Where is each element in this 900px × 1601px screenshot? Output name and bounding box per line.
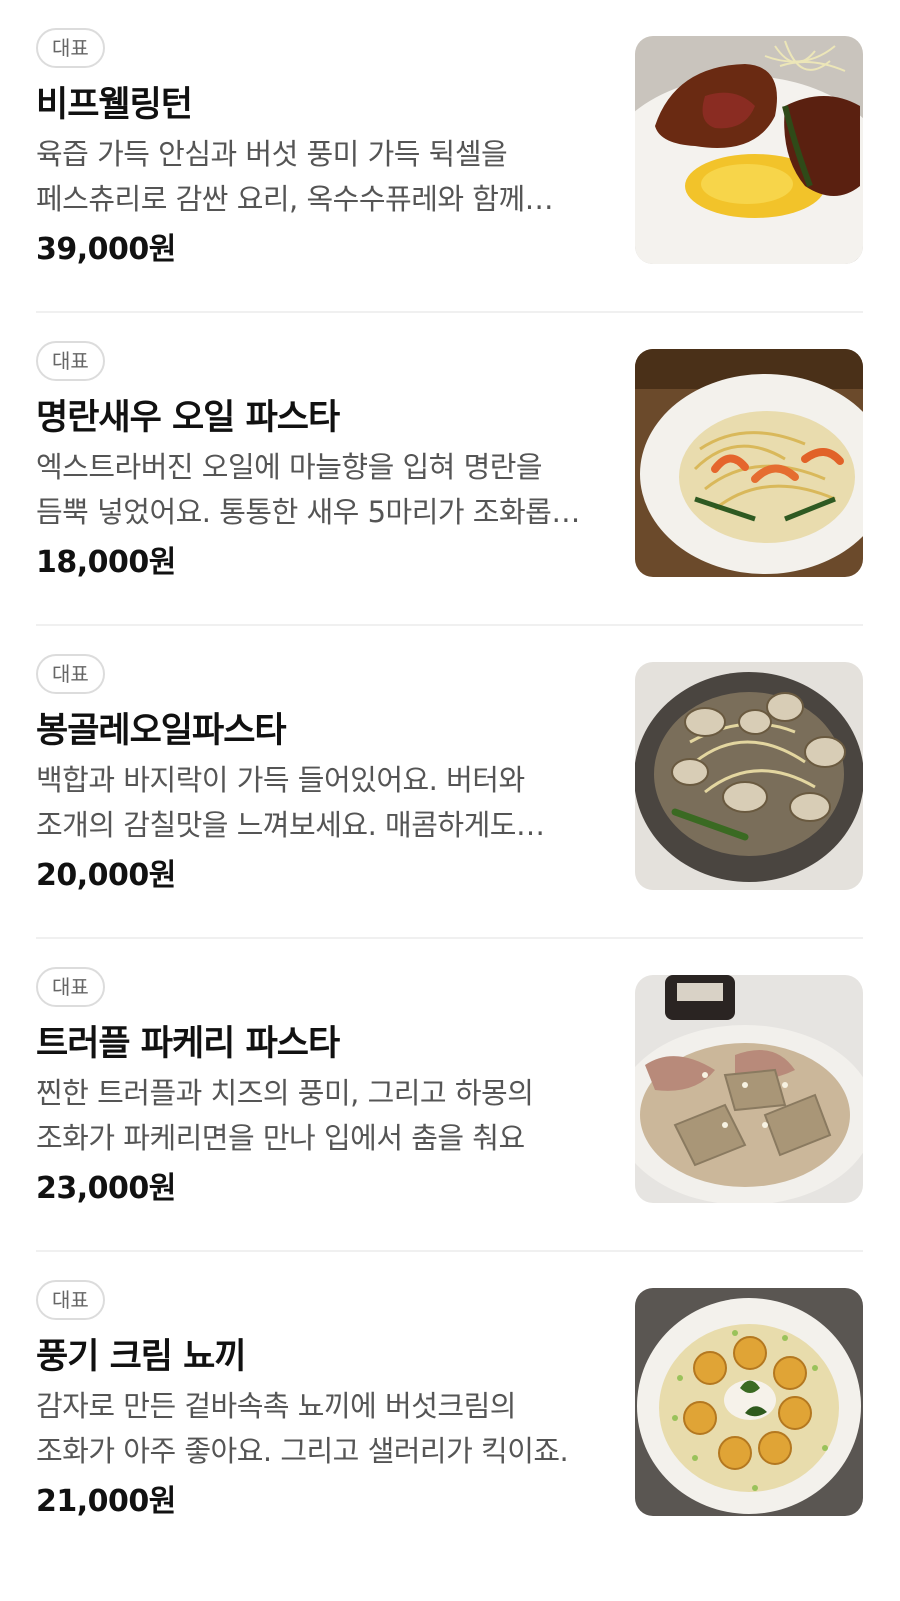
menu-item-description: 찐한 트러플과 치즈의 풍미, 그리고 하몽의 조화가 파케리면을 만나 입에서…: [36, 1076, 534, 1155]
menu-item-truffle-paccheri[interactable]: 대표 트러플 파케리 파스타 찐한 트러플과 치즈의 풍미, 그리고 하몽의 조…: [36, 939, 863, 1252]
menu-item-price: 21,000원: [36, 1484, 176, 1519]
menu-item-name: 비프웰링턴: [36, 85, 193, 125]
menu-item-price: 18,000원: [36, 545, 176, 580]
menu-item-name: 트러플 파케리 파스타: [36, 1024, 340, 1064]
menu-item-price: 23,000원: [36, 1171, 176, 1206]
menu-list: 대표 비프웰링턴 육즙 가득 안심과 버섯 풍미 가득 뒥셀을 페스츄리로 감싼…: [0, 0, 900, 1565]
menu-item-gnocchi[interactable]: 대표 풍기 크림 뇨끼 감자로 만든 겉바속촉 뇨끼에 버섯크림의 조화가 아주…: [36, 1252, 863, 1565]
signature-badge: 대표: [36, 654, 105, 694]
signature-badge: 대표: [36, 1280, 105, 1320]
menu-item-price: 39,000원: [36, 232, 176, 267]
menu-item-description: 엑스트라버진 오일에 마늘향을 입혀 명란을 듬뿍 넣었어요. 통통한 새우 5…: [36, 450, 578, 529]
menu-item-name: 풍기 크림 뇨끼: [36, 1337, 247, 1377]
shrimp-pasta-photo[interactable]: [635, 349, 863, 577]
signature-badge: 대표: [36, 967, 105, 1007]
menu-item-name: 명란새우 오일 파스타: [36, 398, 340, 438]
vongole-pasta-photo[interactable]: [635, 662, 863, 890]
menu-item-name: 봉골레오일파스타: [36, 711, 287, 751]
menu-item-vongole-pasta[interactable]: 대표 봉골레오일파스타 백합과 바지락이 가득 들어있어요. 버터와 조개의 감…: [36, 626, 863, 939]
menu-item-price: 20,000원: [36, 858, 176, 893]
signature-badge: 대표: [36, 28, 105, 68]
menu-item-beef-wellington[interactable]: 대표 비프웰링턴 육즙 가득 안심과 버섯 풍미 가득 뒥셀을 페스츄리로 감싼…: [36, 0, 863, 313]
menu-item-shrimp-pasta[interactable]: 대표 명란새우 오일 파스타 엑스트라버진 오일에 마늘향을 입혀 명란을 듬뿍…: [36, 313, 863, 626]
menu-item-description: 감자로 만든 겉바속촉 뇨끼에 버섯크림의 조화가 아주 좋아요. 그리고 샐러…: [36, 1389, 569, 1468]
truffle-paccheri-photo[interactable]: [635, 975, 863, 1203]
menu-item-description: 육즙 가득 안심과 버섯 풍미 가득 뒥셀을 페스츄리로 감싼 요리, 옥수수퓨…: [36, 137, 525, 216]
menu-item-description: 백합과 바지락이 가득 들어있어요. 버터와 조개의 감칠맛을 느껴보세요. 매…: [36, 763, 525, 842]
beef-wellington-photo[interactable]: [635, 36, 863, 264]
signature-badge: 대표: [36, 341, 105, 381]
gnocchi-cream-photo[interactable]: [635, 1288, 863, 1516]
